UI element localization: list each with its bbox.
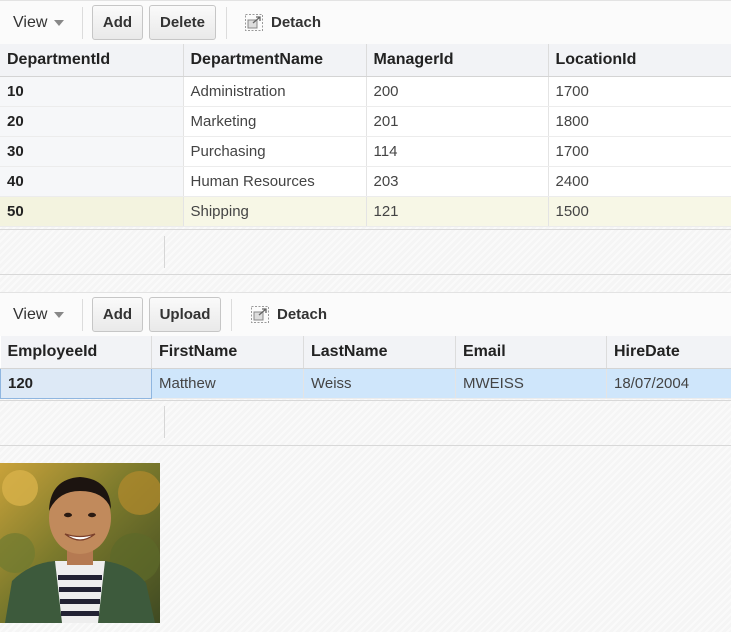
cell-department-name[interactable]: Shipping: [183, 196, 367, 227]
toolbar-separator: [82, 299, 83, 331]
detach-button[interactable]: Detach: [271, 14, 321, 31]
view-menu[interactable]: View: [13, 306, 47, 324]
detach-button[interactable]: Detach: [277, 306, 327, 323]
detach-icon[interactable]: [251, 306, 269, 323]
table-row[interactable]: 20 Marketing 201 1800: [0, 106, 731, 137]
cell-location-id[interactable]: 1700: [548, 136, 731, 167]
column-header-lastname[interactable]: LastName: [303, 336, 456, 369]
upload-button[interactable]: Upload: [149, 297, 221, 332]
table-row[interactable]: 40 Human Resources 203 2400: [0, 166, 731, 197]
cell-manager-id[interactable]: 201: [366, 106, 549, 137]
column-header-managerid[interactable]: ManagerId: [366, 44, 549, 77]
column-header-firstname[interactable]: FirstName: [151, 336, 304, 369]
cell-first-name[interactable]: Matthew: [151, 368, 304, 399]
cell-last-name[interactable]: Weiss: [303, 368, 456, 399]
cell-department-id[interactable]: 20: [0, 106, 184, 137]
column-header-departmentname[interactable]: DepartmentName: [183, 44, 367, 77]
cell-location-id[interactable]: 2400: [548, 166, 731, 197]
column-divider: [164, 236, 165, 268]
cell-manager-id[interactable]: 114: [366, 136, 549, 167]
cell-department-id[interactable]: 30: [0, 136, 184, 167]
column-header-departmentid[interactable]: DepartmentId: [0, 44, 184, 77]
cell-department-id[interactable]: 10: [0, 76, 184, 107]
column-header-locationid[interactable]: LocationId: [548, 44, 731, 77]
cell-department-id[interactable]: 40: [0, 166, 184, 197]
cell-department-name[interactable]: Administration: [183, 76, 367, 107]
cell-email[interactable]: MWEISS: [455, 368, 607, 399]
add-employee-button[interactable]: Add: [92, 297, 143, 332]
table-row-selected[interactable]: 50 Shipping 121 1500: [0, 196, 731, 227]
column-divider: [164, 406, 165, 438]
detach-icon[interactable]: [245, 14, 263, 31]
table-row-selected[interactable]: 120 Matthew Weiss MWEISS 18/07/2004: [0, 367, 731, 399]
departments-table-footer: [0, 229, 731, 275]
toolbar-separator: [226, 7, 227, 39]
toolbar-separator: [231, 299, 232, 331]
table-header-row: DepartmentId DepartmentName ManagerId Lo…: [0, 44, 731, 77]
table-row[interactable]: 30 Purchasing 114 1700: [0, 136, 731, 167]
add-department-button[interactable]: Add: [92, 5, 143, 40]
table-header-row: EmployeeId FirstName LastName Email Hire…: [0, 336, 731, 369]
cell-department-name[interactable]: Purchasing: [183, 136, 367, 167]
employees-table-footer: [0, 400, 731, 446]
cell-location-id[interactable]: 1500: [548, 196, 731, 227]
departments-toolbar: View Add Delete Detach: [0, 0, 731, 44]
cell-hire-date[interactable]: 18/07/2004: [606, 368, 731, 399]
view-menu[interactable]: View: [13, 14, 47, 32]
employees-toolbar: View Add Upload Detach: [0, 292, 731, 336]
cell-department-id[interactable]: 50: [0, 196, 184, 227]
cell-department-name[interactable]: Marketing: [183, 106, 367, 137]
cell-manager-id[interactable]: 121: [366, 196, 549, 227]
view-dropdown-icon[interactable]: [54, 312, 64, 318]
employee-photo: [0, 463, 160, 623]
toolbar-separator: [82, 7, 83, 39]
table-row[interactable]: 10 Administration 200 1700: [0, 76, 731, 107]
delete-department-button[interactable]: Delete: [149, 5, 216, 40]
column-header-hiredate[interactable]: HireDate: [606, 336, 731, 369]
column-header-employeeid[interactable]: EmployeeId: [0, 336, 152, 369]
cell-manager-id[interactable]: 203: [366, 166, 549, 197]
cell-location-id[interactable]: 1800: [548, 106, 731, 137]
column-header-email[interactable]: Email: [455, 336, 607, 369]
cell-manager-id[interactable]: 200: [366, 76, 549, 107]
employees-table: EmployeeId FirstName LastName Email Hire…: [0, 336, 731, 399]
view-dropdown-icon[interactable]: [54, 20, 64, 26]
departments-table: DepartmentId DepartmentName ManagerId Lo…: [0, 44, 731, 227]
cell-employee-id[interactable]: 120: [0, 367, 152, 399]
cell-department-name[interactable]: Human Resources: [183, 166, 367, 197]
cell-location-id[interactable]: 1700: [548, 76, 731, 107]
